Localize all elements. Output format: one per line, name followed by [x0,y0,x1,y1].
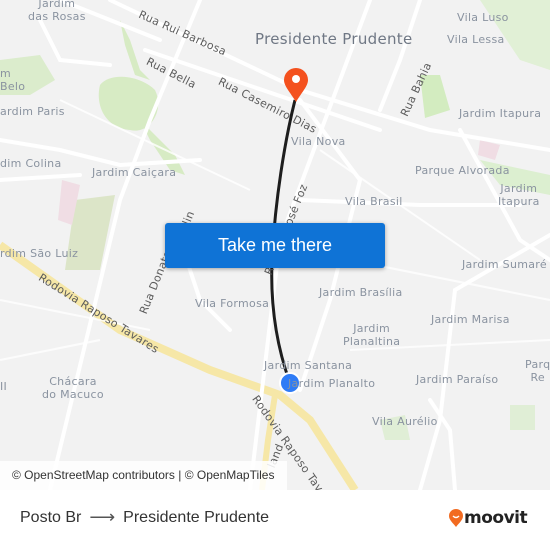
neighborhood-label: Vila Aurélio [372,415,438,428]
neighborhood-label: Vila Brasil [345,195,403,208]
route-summary: Posto Br ⟶ Presidente Prudente [20,507,269,528]
neighborhood-label: Jardim Itapura [459,107,542,120]
neighborhood-label: Vila Formosa [195,297,270,310]
map-attribution[interactable]: © OpenStreetMap contributors | © OpenMap… [0,461,287,490]
neighborhood-label: Jardim Caiçara [92,166,177,179]
neighborhood-label: Jardim Itapura [498,182,540,208]
origin-name: Posto Br [20,508,82,526]
neighborhood-label: Jardim Sumaré [462,258,547,271]
take-me-there-button[interactable]: Take me there [165,223,385,268]
neighborhood-label: Vila Luso [457,11,509,24]
neighborhood-label: Vila Nova [291,135,346,148]
neighborhood-label: Jardim Paraíso [416,373,499,386]
neighborhood-label: Parque Alvorada [415,164,510,177]
neighborhood-label: Jardim Planaltina [343,322,401,348]
moovit-pin-icon [449,509,463,527]
neighborhood-label: ardim Paris [0,105,65,118]
footer: Posto Br ⟶ Presidente Prudente moovit [0,490,550,550]
neighborhood-label: Jardim Brasília [319,286,403,299]
neighborhood-label: Jardim Marisa [431,313,510,326]
moovit-logo[interactable]: moovit [449,508,528,528]
city-label: Presidente Prudente [255,30,413,48]
neighborhood-label: Chácara do Macuco [42,375,104,401]
neighborhood-label: Parq Re [525,358,550,384]
neighborhood-label: Jardim das Rosas [28,0,86,23]
neighborhood-label: dim Colina [0,157,62,170]
neighborhood-label: Vila Lessa [447,33,505,46]
map[interactable]: Presidente Prudente Jardim das Rosas m B… [0,0,550,490]
neighborhood-label: m Belo [0,67,26,93]
neighborhood-label: rdim São Luiz [0,247,79,260]
neighborhood-label: Jardim Planalto [288,377,376,390]
moovit-wordmark: moovit [464,508,528,528]
neighborhood-label: II [0,380,8,393]
arrow-right-icon: ⟶ [89,507,116,527]
destination-name: Presidente Prudente [123,508,270,526]
neighborhood-label: Jardim Santana [264,359,353,372]
